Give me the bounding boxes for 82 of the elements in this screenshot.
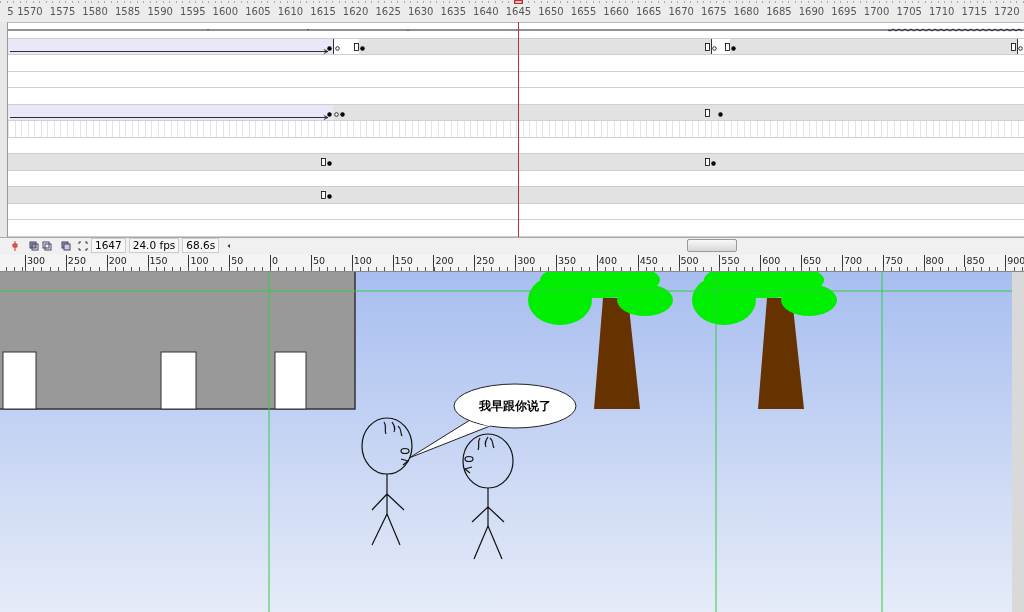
frame-number: 1610 — [276, 5, 305, 17]
ruler-number: 650 — [801, 255, 842, 267]
frame-number: 1605 — [244, 5, 272, 17]
keyframe-icon — [327, 194, 333, 199]
frame-number: 1580 — [81, 5, 109, 17]
playhead-handle[interactable] — [514, 0, 524, 4]
ruler-number: 50 — [229, 255, 271, 267]
frame-number: 1570 — [16, 5, 44, 17]
frame-number: 1675 — [700, 5, 728, 17]
playhead-center-icon[interactable] — [10, 240, 20, 251]
ruler-number: 250 — [474, 255, 516, 267]
ruler-number: 300 — [25, 255, 66, 267]
frame-number: 1585 — [113, 5, 142, 17]
frame-number: 1575 — [48, 5, 77, 17]
ruler-number: 250 — [65, 255, 107, 267]
frame-number: 1590 — [146, 5, 174, 17]
ruler-number: 100 — [351, 255, 393, 267]
frame-number: 5 — [6, 5, 14, 17]
ruler-number: 100 — [188, 255, 230, 267]
ruler-number: 400 — [596, 255, 638, 267]
frame-number: 1615 — [309, 5, 337, 17]
edit-frames-icon[interactable] — [61, 240, 71, 251]
keyframe-icon — [730, 45, 736, 51]
frame-number: 1650 — [537, 5, 565, 17]
frame-number: 1710 — [928, 5, 956, 17]
ruler-number: 850 — [964, 255, 1006, 267]
keyframe-icon — [711, 161, 717, 166]
onion-outline-icon[interactable] — [42, 240, 52, 251]
frame-number: 1670 — [667, 5, 695, 17]
frame-number: 1595 — [179, 5, 207, 17]
current-frame: 1647 — [91, 238, 126, 253]
frame-number: 1720 — [993, 5, 1021, 17]
frame-number: 1680 — [732, 5, 761, 17]
frame-number: 1630 — [407, 5, 435, 17]
frame-number: 1715 — [960, 5, 988, 17]
frame-number: 1655 — [569, 5, 598, 17]
end-frame-icon — [704, 108, 710, 117]
keyframe-icon — [359, 45, 365, 51]
ruler-number: 0 — [270, 255, 311, 267]
keyframe-icon — [327, 161, 333, 166]
frame-number: 1700 — [862, 5, 891, 17]
ruler-number: 150 — [147, 255, 189, 267]
scrollbar-thumb[interactable] — [687, 239, 737, 252]
keyframe-icon — [327, 45, 333, 51]
ruler-number: 800 — [923, 255, 965, 267]
frame-number: 1640 — [472, 5, 500, 17]
end-frame-icon — [704, 158, 710, 166]
ruler-number: 300 — [515, 255, 556, 267]
keyframe-icon — [327, 111, 333, 117]
onion-skin-icon[interactable] — [29, 240, 39, 251]
elapsed-time: 68.6s — [182, 238, 220, 253]
ruler-number: 350 — [555, 255, 597, 267]
ruler-number: 550 — [719, 255, 761, 267]
frame-number: 1665 — [634, 5, 663, 17]
keyframe-icon — [717, 111, 723, 117]
ruler-number: 50 — [310, 255, 352, 267]
ruler-number: 600 — [760, 255, 802, 267]
ruler-number: 200 — [106, 255, 148, 267]
speech-text: 我早跟你说了 — [478, 398, 552, 415]
frame-number: 1635 — [439, 5, 467, 17]
ruler-number: 450 — [637, 255, 679, 267]
frame-number: 1690 — [797, 5, 826, 17]
frame-number: 1600 — [211, 5, 240, 17]
frame-number: 1685 — [765, 5, 793, 17]
frame-number: 1705 — [895, 5, 923, 17]
frame-number: 1660 — [602, 5, 630, 17]
frame-number: 1620 — [341, 5, 370, 17]
keyframe-icon — [340, 111, 346, 117]
ruler-number: 200 — [433, 255, 475, 267]
frame-rate: 24.0 fps — [128, 238, 180, 253]
end-frame-icon — [320, 158, 326, 166]
ruler-number: 500 — [678, 255, 720, 267]
onion-markers-icon[interactable] — [78, 240, 88, 251]
ruler-number: 150 — [392, 255, 434, 267]
ruler-number: 750 — [882, 255, 924, 267]
ruler-number: 700 — [841, 255, 883, 267]
frame-number: 1695 — [830, 5, 858, 17]
frame-number: 1645 — [504, 5, 533, 17]
end-frame-icon — [320, 191, 326, 199]
blank-keyframe-icon — [333, 111, 339, 117]
frame-number: 1625 — [374, 5, 402, 17]
ruler-number: 900 — [1005, 255, 1024, 267]
